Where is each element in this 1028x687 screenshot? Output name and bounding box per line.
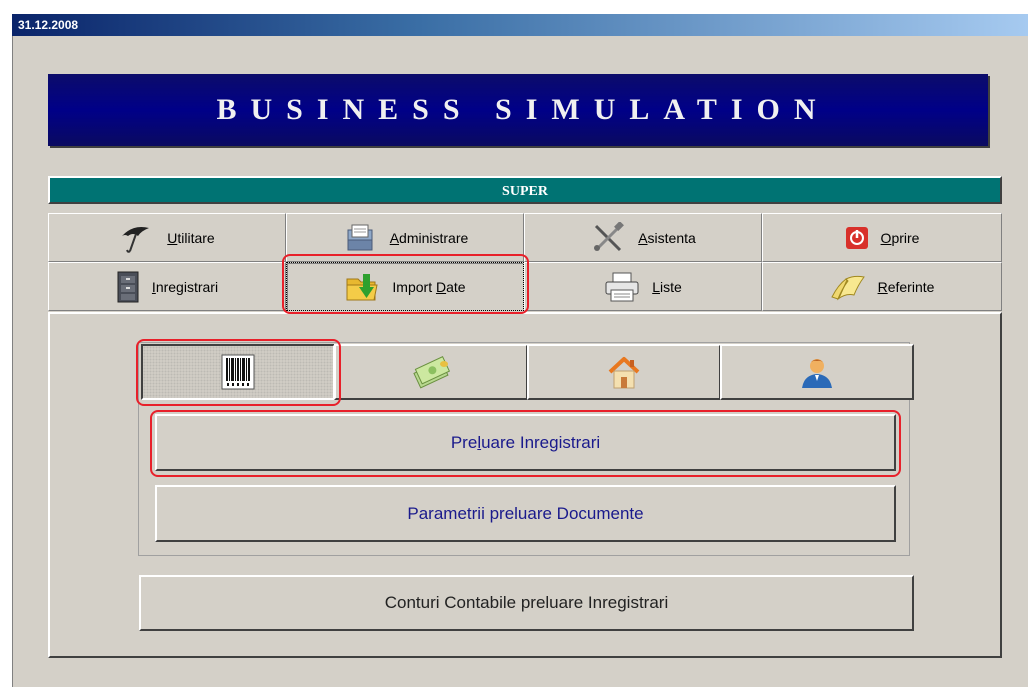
conturi-contabile-button[interactable]: Conturi Contabile preluare Inregistrari [139, 575, 914, 631]
menu-utilitare-button[interactable]: Utilitare [48, 213, 286, 262]
preluare-inregistrari-label: Preluare Inregistrari [450, 432, 601, 452]
window-titlebar: 31.12.2008 [12, 14, 1028, 36]
parametrii-preluare-documente-label: Parametrii preluare Documente [407, 503, 644, 523]
menu-referinte-button[interactable]: Referinte [762, 262, 1002, 311]
menu-liste-label: Liste [652, 278, 682, 295]
money-icon [413, 355, 451, 389]
power-icon [845, 226, 868, 249]
menu-administrare-label: Administrare [389, 229, 469, 246]
section-header: SUPER [48, 176, 1002, 204]
conturi-contabile-label: Conturi Contabile preluare Inregistrari [384, 593, 669, 612]
user-icon [802, 359, 832, 388]
menu-oprire-button[interactable]: Oprire [762, 213, 1002, 262]
menu-referinte-label: Referinte [877, 278, 935, 295]
menu-inregistrari-button[interactable]: Inregistrari [48, 262, 286, 311]
folder-import-icon [346, 273, 379, 300]
printer-icon [605, 272, 639, 301]
menu-import-date-label: Import Date [392, 278, 466, 295]
tab-user[interactable] [720, 344, 914, 400]
house-icon [608, 357, 640, 389]
barcode-icon [221, 354, 255, 390]
app-banner: BUSINESS SIMULATION [48, 74, 988, 146]
date-label: 31.12.2008 [18, 18, 79, 32]
book-icon [830, 275, 865, 300]
menu-liste-button[interactable]: Liste [524, 262, 762, 311]
menu-asistenta-label: Asistenta [638, 229, 696, 246]
tab-money[interactable] [334, 344, 528, 400]
tab-barcode[interactable] [141, 344, 335, 400]
umbrella-icon [122, 226, 150, 253]
document-tray-icon [347, 224, 373, 250]
menu-utilitare-label: Utilitare [167, 229, 215, 246]
app-title: BUSINESS SIMULATION [216, 93, 830, 126]
menu-import-date-button[interactable]: Import Date [286, 262, 524, 311]
menu-oprire-label: Oprire [880, 229, 920, 246]
tools-icon [594, 221, 625, 251]
menu-inregistrari-label: Inregistrari [151, 278, 219, 295]
file-cabinet-icon [117, 271, 139, 302]
menu-administrare-button[interactable]: Administrare [286, 213, 524, 262]
parametrii-preluare-documente-button[interactable]: Parametrii preluare Documente [155, 485, 896, 542]
tab-house[interactable] [527, 344, 721, 400]
menu-asistenta-button[interactable]: Asistenta [524, 213, 762, 262]
preluare-inregistrari-button[interactable]: Preluare Inregistrari [155, 414, 896, 471]
